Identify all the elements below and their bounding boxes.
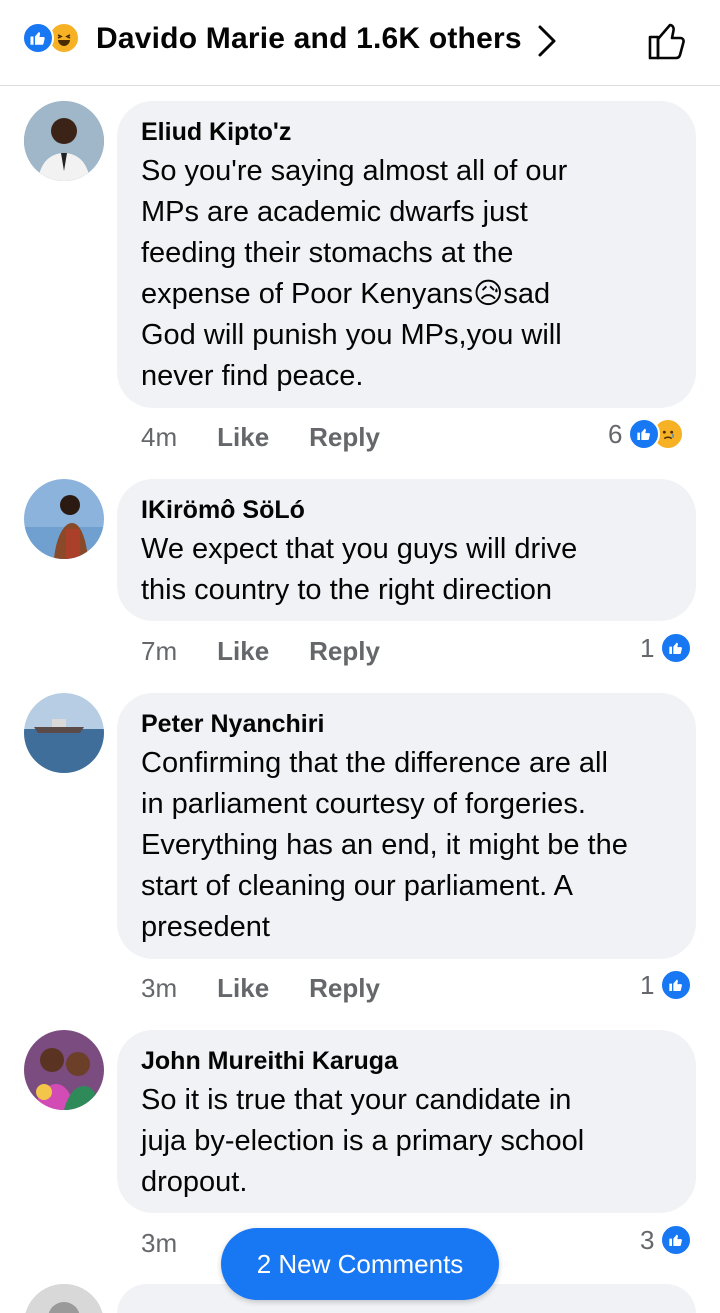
comment-bubble[interactable]: Eliud Kipto'z So you're saying almost al… xyxy=(117,101,696,408)
comment-author[interactable]: Eliud Kipto'z xyxy=(141,117,672,147)
reactions-summary[interactable]: Davido Marie and 1.6K others xyxy=(96,22,522,56)
comment-time[interactable]: 3m xyxy=(141,973,177,1004)
like-button[interactable]: Like xyxy=(217,422,269,453)
avatar[interactable] xyxy=(24,101,104,181)
comment-actions: 7m Like Reply xyxy=(141,636,420,667)
like-icon xyxy=(22,22,54,54)
avatar[interactable] xyxy=(24,1284,104,1313)
avatar[interactable] xyxy=(24,1030,104,1110)
avatar[interactable] xyxy=(24,479,104,559)
new-comments-button[interactable]: 2 New Comments xyxy=(221,1228,499,1300)
reaction-count-value: 1 xyxy=(640,632,655,663)
comment-time[interactable]: 4m xyxy=(141,422,177,453)
reaction-icons xyxy=(22,22,80,54)
comment-text: Confirming that the difference are all i… xyxy=(141,747,628,943)
comment-text: So you're saying almost all of our MPs a… xyxy=(141,155,568,392)
like-icon xyxy=(660,969,693,1001)
comment-time[interactable]: 7m xyxy=(141,636,177,667)
comment-actions: 3m Like Reply xyxy=(141,973,420,1004)
comment-text: We expect that you guys will drive this … xyxy=(141,533,578,606)
reply-button[interactable]: Reply xyxy=(309,422,380,453)
reactions-header[interactable]: Davido Marie and 1.6K others xyxy=(0,0,720,86)
chevron-right-icon[interactable] xyxy=(536,24,558,58)
reaction-count-value: 6 xyxy=(608,418,623,449)
comment-bubble[interactable]: John Mureithi Karuga So it is true that … xyxy=(117,1030,696,1213)
reaction-count[interactable]: 1 xyxy=(640,632,693,664)
comment-author[interactable]: John Mureithi Karuga xyxy=(141,1046,672,1076)
comment-actions: 4m Like Reply xyxy=(141,422,420,453)
like-icon xyxy=(660,632,693,664)
comment-author[interactable]: Peter Nyanchiri xyxy=(141,709,672,739)
reaction-count[interactable]: 3 xyxy=(640,1224,693,1256)
reaction-count-value: 3 xyxy=(640,1224,655,1255)
comment-bubble[interactable]: Peter Nyanchiri Confirming that the diff… xyxy=(117,693,696,959)
comment-actions: 3m xyxy=(141,1228,217,1259)
reply-button[interactable]: Reply xyxy=(309,636,380,667)
like-icon xyxy=(660,1224,693,1256)
comment-time[interactable]: 3m xyxy=(141,1228,177,1259)
comment-author[interactable]: IKirömô SöLó xyxy=(141,495,672,525)
like-outline-icon[interactable] xyxy=(646,18,690,62)
reply-button[interactable]: Reply xyxy=(309,973,380,1004)
avatar[interactable] xyxy=(24,693,104,773)
like-button[interactable]: Like xyxy=(217,636,269,667)
reaction-count[interactable]: 1 xyxy=(640,969,693,1001)
like-button[interactable]: Like xyxy=(217,973,269,1004)
reaction-count-value: 1 xyxy=(640,969,655,1000)
reaction-count[interactable]: 6 xyxy=(608,418,685,450)
comment-bubble[interactable]: IKirömô SöLó We expect that you guys wil… xyxy=(117,479,696,621)
comment-text: So it is true that your candidate in juj… xyxy=(141,1084,585,1198)
